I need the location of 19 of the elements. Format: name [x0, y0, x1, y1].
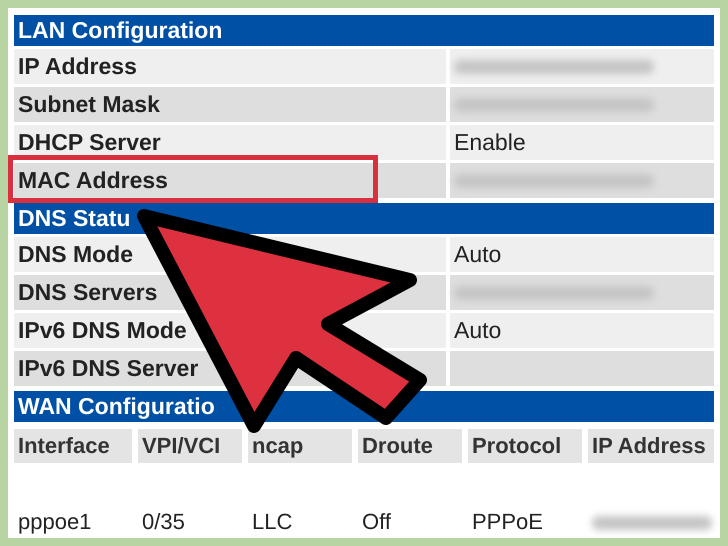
- column-header: IP Address: [588, 429, 714, 463]
- row-value: Auto: [450, 237, 714, 272]
- row-value: Auto: [450, 313, 714, 348]
- table-cell-text: 0/35: [141, 508, 186, 536]
- row-label: Subnet Mask: [14, 87, 446, 122]
- table-cell-text: pppoe1: [17, 508, 92, 536]
- section-header: LAN Configuration: [14, 15, 714, 46]
- row-value: Enable: [450, 125, 714, 160]
- table-cell-text: LLC: [251, 508, 294, 536]
- row-label: IP Address: [14, 49, 446, 84]
- column-header: Protocol: [468, 429, 582, 463]
- column-header: Droute: [358, 429, 462, 463]
- row-label: MAC Address: [14, 163, 446, 198]
- section-header: DNS Statu: [14, 203, 714, 234]
- column-header: Interface: [14, 429, 132, 463]
- table-cell-text: Off: [361, 508, 392, 536]
- column-header: ncap: [248, 429, 352, 463]
- column-header: VPI/VCI: [138, 429, 242, 463]
- table-cell-text: PPPoE: [471, 508, 544, 536]
